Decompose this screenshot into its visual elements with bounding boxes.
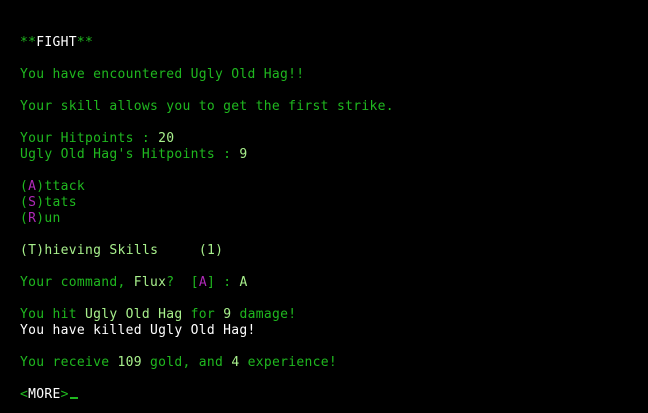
hit-mid: for xyxy=(182,307,224,322)
reward-gold: 109 xyxy=(117,355,142,370)
fight-header: **FIGHT** xyxy=(20,35,93,51)
command-prefix: Your command, xyxy=(20,275,134,290)
player-name: Flux xyxy=(133,275,167,290)
command-input: A xyxy=(239,275,248,290)
menu-item-label: ttack xyxy=(44,179,86,194)
menu-item-thieving[interactable]: (T)hieving Skills (1) xyxy=(20,243,223,259)
reward-message: You receive 109 gold, and 4 experience! xyxy=(20,355,337,371)
player-hitpoints-value: 20 xyxy=(158,131,175,146)
enemy-hitpoints-label: Ugly Old Hag's Hitpoints : xyxy=(20,147,240,162)
default-bracket-close: ] xyxy=(206,275,216,290)
reward-post: experience! xyxy=(239,355,337,370)
menu-item-label: tats xyxy=(44,195,77,210)
command-question: ? xyxy=(166,275,191,290)
menu-item-attack[interactable]: (A)ttack xyxy=(20,179,85,195)
menu-item-stats[interactable]: (S)tats xyxy=(20,195,77,211)
killed-message: You have killed Ugly Old Hag! xyxy=(20,323,256,338)
more-bracket-close: > xyxy=(60,387,69,402)
player-hitpoints: Your Hitpoints : 20 xyxy=(20,131,174,147)
game-terminal: **FIGHT** You have encountered Ugly Old … xyxy=(0,0,648,413)
hit-pre: You hit xyxy=(20,307,86,322)
player-hitpoints-label: Your Hitpoints : xyxy=(20,131,159,146)
enemy-hitpoints-value: 9 xyxy=(239,147,248,162)
hit-message: You hit Ugly Old Hag for 9 damage! xyxy=(20,307,296,323)
default-command-key: A xyxy=(198,275,207,290)
command-separator: : xyxy=(215,275,240,290)
menu-paren-open: ( xyxy=(20,211,29,226)
enemy-hitpoints: Ugly Old Hag's Hitpoints : 9 xyxy=(20,147,248,163)
fight-header-right: ** xyxy=(76,35,94,50)
command-prompt[interactable]: Your command, Flux? [A] : A xyxy=(20,275,248,291)
encounter-message: You have encountered Ugly Old Hag!! xyxy=(20,67,305,82)
more-bracket-open: < xyxy=(20,387,29,402)
menu-item-run[interactable]: (R)un xyxy=(20,211,61,227)
menu-item-label: un xyxy=(44,211,61,226)
menu-paren-open: ( xyxy=(20,195,29,210)
default-bracket-open: [ xyxy=(190,275,199,290)
more-label: MORE xyxy=(28,387,61,402)
reward-pre: You receive xyxy=(20,355,118,370)
thieving-uses-count: (1) xyxy=(198,243,224,258)
text-cursor xyxy=(69,397,78,399)
menu-item-label: hieving Skills xyxy=(44,243,199,258)
reward-mid: gold, and xyxy=(141,355,232,370)
hit-post: damage! xyxy=(231,307,297,322)
fight-header-left: ** xyxy=(20,35,37,50)
first-strike-message: Your skill allows you to get the first s… xyxy=(20,99,394,114)
menu-paren-open: ( xyxy=(20,179,29,194)
menu-paren-open: ( xyxy=(20,243,29,258)
more-prompt[interactable]: <MORE> xyxy=(20,387,78,403)
fight-title: FIGHT xyxy=(36,35,77,50)
hit-target: Ugly Old Hag xyxy=(85,307,183,322)
